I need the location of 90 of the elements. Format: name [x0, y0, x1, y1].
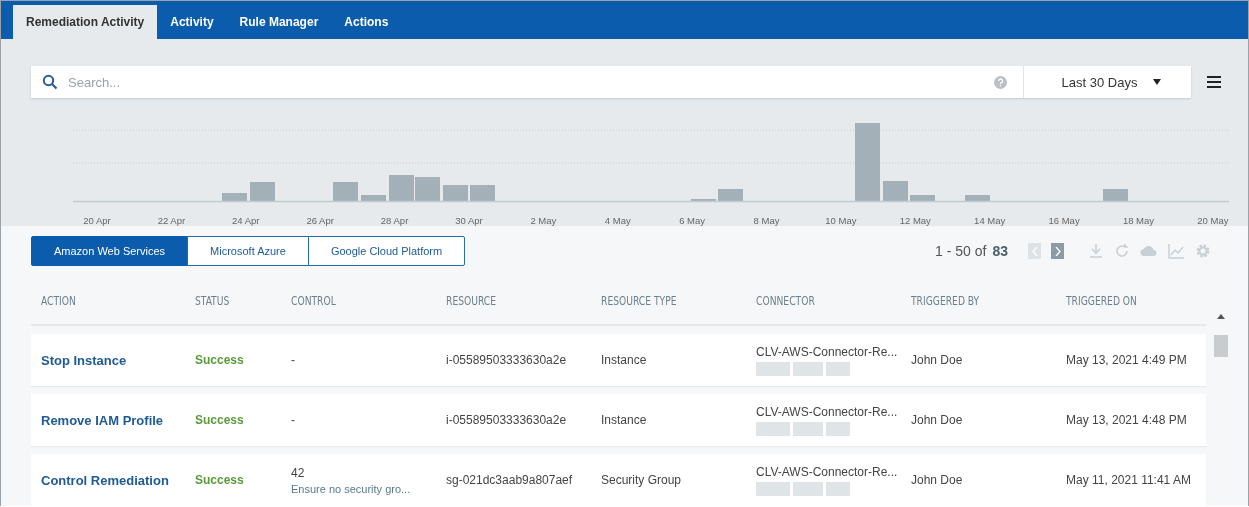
column-header[interactable]: TRIGGERED BY	[911, 294, 1043, 308]
table-cell-text: sg-021dc3aab9a807aef	[446, 473, 574, 487]
action-link[interactable]: Remove IAM Profile	[41, 412, 195, 428]
column-header[interactable]: CONNECTOR	[756, 294, 888, 308]
help-icon[interactable]	[994, 75, 1007, 89]
axis-label: 8 May	[752, 215, 781, 226]
column-header[interactable]: STATUS	[195, 294, 277, 308]
table-cell-text: CLV-AWS-Connector-Re...	[756, 344, 899, 359]
histogram-bar	[965, 195, 990, 201]
table-row[interactable]: Remove IAM Profile Success - i-05589503333630a2e Instance CLV-AWS-Connector-Re... John Doe May 13, 2021 4:48 PM	[31, 394, 1206, 446]
table-cell-text: Instance	[601, 413, 648, 427]
menu-icon[interactable]	[1207, 76, 1221, 88]
axis-label: 12 May	[898, 215, 932, 226]
table-cell-text: CLV-AWS-Connector-Re...	[756, 464, 899, 479]
provider-tab[interactable]: Amazon Web Services	[31, 236, 189, 266]
tab[interactable]: Remediation Activity	[13, 5, 158, 39]
search-field[interactable]: Search... Last 30 Days	[31, 66, 1191, 98]
axis-label: 24 Apr	[231, 215, 261, 226]
axis-label: 6 May	[678, 215, 707, 226]
histogram-bar	[333, 182, 358, 201]
column-header[interactable]: RESOURCE	[446, 294, 578, 308]
histogram-bar	[910, 195, 935, 201]
status-text: Success	[195, 413, 245, 427]
column-header[interactable]: TRIGGERED ON	[1066, 294, 1185, 308]
chevron-left-icon	[1031, 246, 1038, 256]
table-cell-text: Instance	[601, 353, 648, 367]
next-page-button[interactable]	[1051, 243, 1064, 259]
period-dropdown[interactable]: Last 30 Days	[1023, 66, 1191, 98]
table-cell-text: May 13, 2021 4:49 PM	[1066, 353, 1188, 367]
scroll-up-icon[interactable]	[1217, 314, 1225, 319]
axis-label: 16 May	[1047, 215, 1081, 226]
refresh-icon[interactable]	[1114, 243, 1130, 259]
axis-label: 18 May	[1121, 215, 1156, 226]
histogram-bar	[470, 185, 495, 201]
axis-label: 4 May	[603, 215, 632, 226]
status-text: Success	[195, 473, 245, 487]
cloud-icon[interactable]	[1140, 244, 1158, 258]
column-header[interactable]: ACTION	[41, 294, 172, 308]
table-cell-text: John Doe	[911, 473, 964, 487]
table-cell-text: CLV-AWS-Connector-Re...	[756, 404, 899, 419]
column-header[interactable]: RESOURCE TYPE	[601, 294, 733, 308]
total-count: 83	[992, 243, 1008, 259]
table-cell-text: Security Group	[601, 473, 683, 487]
histogram-bar	[443, 185, 468, 201]
table-cell-text: John Doe	[911, 353, 964, 367]
table-cell-text: John Doe	[911, 413, 964, 427]
histogram-bar	[1103, 189, 1128, 201]
chevron-right-icon	[1054, 246, 1061, 256]
table-cell-text: i-05589503333630a2e	[446, 413, 568, 427]
tab[interactable]: Rule Manager	[226, 5, 332, 39]
histogram-bar	[883, 181, 908, 201]
tab[interactable]: Activity	[157, 5, 227, 39]
axis-label: 20 Apr	[82, 215, 112, 226]
download-icon[interactable]	[1088, 243, 1104, 259]
table-row[interactable]: Stop Instance Success - i-05589503333630a2e Instance CLV-AWS-Connector-Re... John Doe May 13, 2021 4:49 PM	[31, 334, 1206, 386]
column-header[interactable]: CONTROL	[291, 294, 423, 308]
axis-label: 20 May	[1196, 215, 1230, 226]
tab[interactable]: Actions	[331, 5, 402, 39]
caret-icon	[1153, 79, 1162, 85]
histogram-bar	[361, 195, 386, 201]
scrollbar[interactable]	[1214, 314, 1228, 357]
table-row[interactable]: Control Remediation Success 42 Ensure no security gro... sg-021dc3aab9a807aef Security Group CLV-AWS-Connector-Re... John Doe May 11, 2021 11:41 AM	[31, 454, 1206, 506]
action-link[interactable]: Control Remediation	[41, 472, 195, 488]
table-cell-text: i-05589503333630a2e	[446, 353, 568, 367]
search-icon	[42, 74, 58, 90]
table-cell-text: 42	[291, 465, 306, 480]
provider-tab[interactable]: Microsoft Azure	[187, 236, 309, 266]
page-range: 1 - 50 of	[935, 243, 987, 259]
histogram-bar	[415, 177, 440, 201]
settings-icon[interactable]	[1195, 243, 1211, 259]
axis-label: 2 May	[529, 215, 558, 226]
axis-label: 10 May	[824, 215, 858, 226]
table-cell-text: May 11, 2021 11:41 AM	[1066, 473, 1192, 487]
table-cell-text: -	[291, 413, 296, 427]
action-link[interactable]: Stop Instance	[41, 352, 195, 368]
axis-label: 28 Apr	[379, 215, 410, 226]
axis-label: 22 Apr	[156, 215, 187, 226]
status-text: Success	[195, 353, 245, 367]
table-cell-text: May 13, 2021 4:48 PM	[1066, 413, 1188, 427]
histogram-bar	[389, 175, 414, 201]
histogram-bar	[222, 193, 247, 201]
axis-label: 14 May	[973, 215, 1007, 226]
histogram-bar	[250, 182, 275, 201]
axis-label: 30 Apr	[454, 215, 484, 226]
histogram-bar	[718, 189, 743, 201]
line-chart-icon[interactable]	[1168, 243, 1185, 259]
axis-label: 26 Apr	[305, 215, 335, 226]
table-cell-text: -	[291, 353, 296, 367]
provider-tab[interactable]: Google Cloud Platform	[307, 236, 466, 266]
control-description: Ensure no security gro...	[291, 482, 412, 495]
